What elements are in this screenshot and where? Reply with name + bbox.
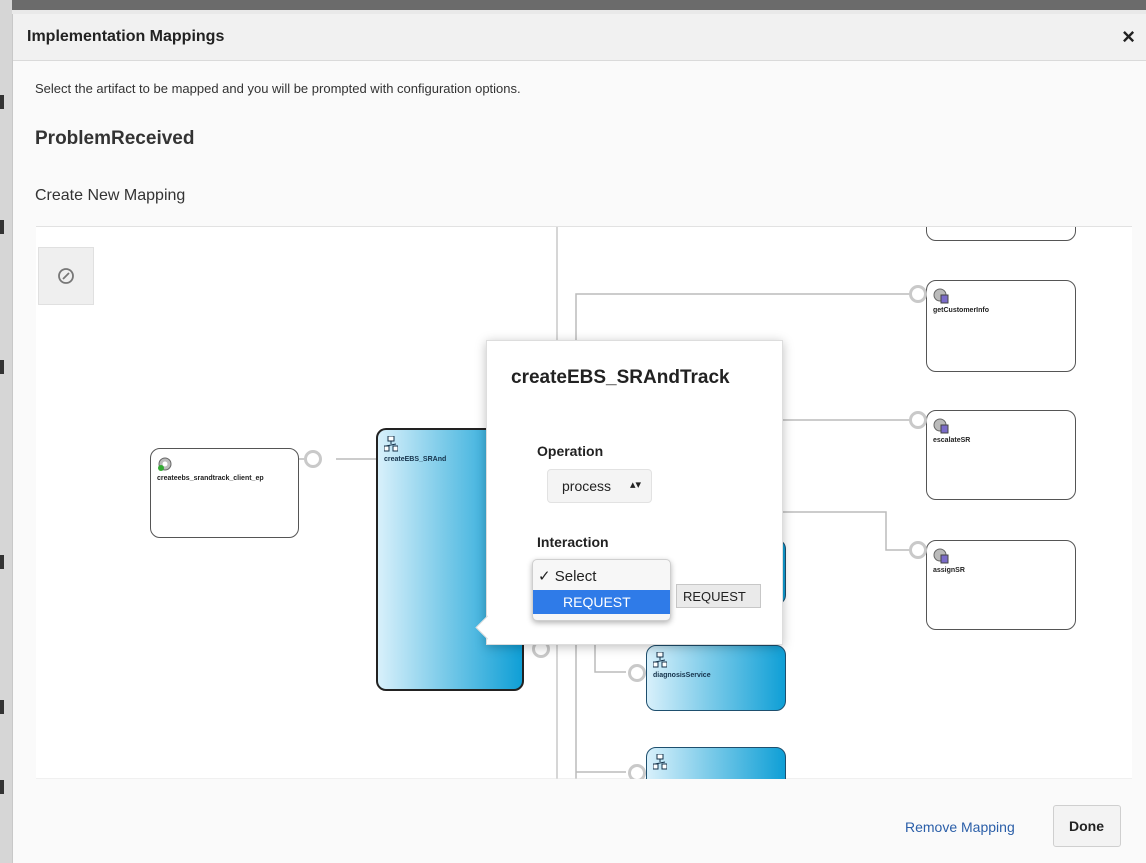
compass-icon bbox=[58, 268, 74, 284]
diagram-navigator-button[interactable] bbox=[38, 247, 94, 305]
port-icon[interactable] bbox=[909, 285, 927, 303]
node-label: diagnosisService bbox=[653, 672, 711, 679]
implementation-mappings-dialog: Implementation Mappings × Select the art… bbox=[12, 14, 1146, 863]
operation-value: process bbox=[562, 478, 612, 494]
bpel-process-icon bbox=[653, 652, 667, 668]
event-name: ProblemReceived bbox=[35, 128, 195, 149]
close-icon[interactable]: × bbox=[1122, 24, 1135, 50]
done-button[interactable]: Done bbox=[1053, 805, 1121, 847]
remove-mapping-link[interactable]: Remove Mapping bbox=[905, 819, 1015, 835]
node-label: createebs_srandtrack_client_ep bbox=[157, 475, 264, 482]
service-node-get-customer-info[interactable]: getCustomerInfo bbox=[926, 280, 1076, 372]
web-service-gear-icon bbox=[158, 457, 172, 471]
service-node-top[interactable] bbox=[926, 227, 1076, 241]
composite-diagram-canvas[interactable]: createebs_srandtrack_client_ep createEBS… bbox=[36, 226, 1132, 779]
component-node-diagnosis[interactable]: diagnosisService bbox=[646, 645, 786, 711]
section-title: Create New Mapping bbox=[35, 187, 186, 204]
operation-label: Operation bbox=[537, 443, 604, 459]
dialog-header: Implementation Mappings × bbox=[13, 14, 1146, 61]
interaction-label: Interaction bbox=[537, 534, 609, 550]
menu-item-select[interactable]: ✓ Select bbox=[538, 567, 596, 585]
dialog-description: Select the artifact to be mapped and you… bbox=[35, 81, 521, 96]
node-label: createEBS_SRAnd bbox=[384, 456, 447, 463]
component-node-bottom[interactable] bbox=[646, 747, 786, 779]
service-node-client-ep[interactable]: createebs_srandtrack_client_ep bbox=[150, 448, 299, 538]
interaction-dropdown-menu[interactable]: ✓ Select REQUEST bbox=[532, 559, 671, 621]
external-service-icon bbox=[933, 548, 949, 564]
background-window-edge bbox=[0, 0, 12, 863]
port-icon[interactable] bbox=[909, 411, 927, 429]
mapping-popup: createEBS_SRAndTrack Operation process ▴… bbox=[475, 340, 783, 645]
menu-item-request[interactable]: REQUEST bbox=[533, 590, 670, 614]
external-service-icon bbox=[933, 288, 949, 304]
checkmark-icon: ✓ bbox=[538, 568, 551, 585]
popup-title: createEBS_SRAndTrack bbox=[511, 367, 730, 388]
node-label: assignSR bbox=[933, 567, 965, 574]
service-node-escalate-sr[interactable]: escalateSR bbox=[926, 410, 1076, 500]
port-icon[interactable] bbox=[628, 664, 646, 682]
port-icon[interactable] bbox=[628, 764, 646, 779]
external-service-icon bbox=[933, 418, 949, 434]
service-node-assign-sr[interactable]: assignSR bbox=[926, 540, 1076, 630]
port-icon[interactable] bbox=[909, 541, 927, 559]
background-window-strip bbox=[0, 0, 1146, 10]
select-arrows-icon: ▴▾ bbox=[629, 479, 641, 491]
bpel-process-icon bbox=[384, 436, 398, 452]
bpel-process-icon bbox=[653, 754, 667, 770]
port-icon[interactable] bbox=[304, 450, 322, 468]
operation-select[interactable]: process ▴▾ bbox=[547, 469, 652, 503]
node-label: getCustomerInfo bbox=[933, 307, 989, 314]
dialog-title: Implementation Mappings bbox=[27, 28, 225, 45]
interaction-value-button[interactable]: REQUEST bbox=[676, 584, 761, 608]
node-label: escalateSR bbox=[933, 437, 971, 444]
